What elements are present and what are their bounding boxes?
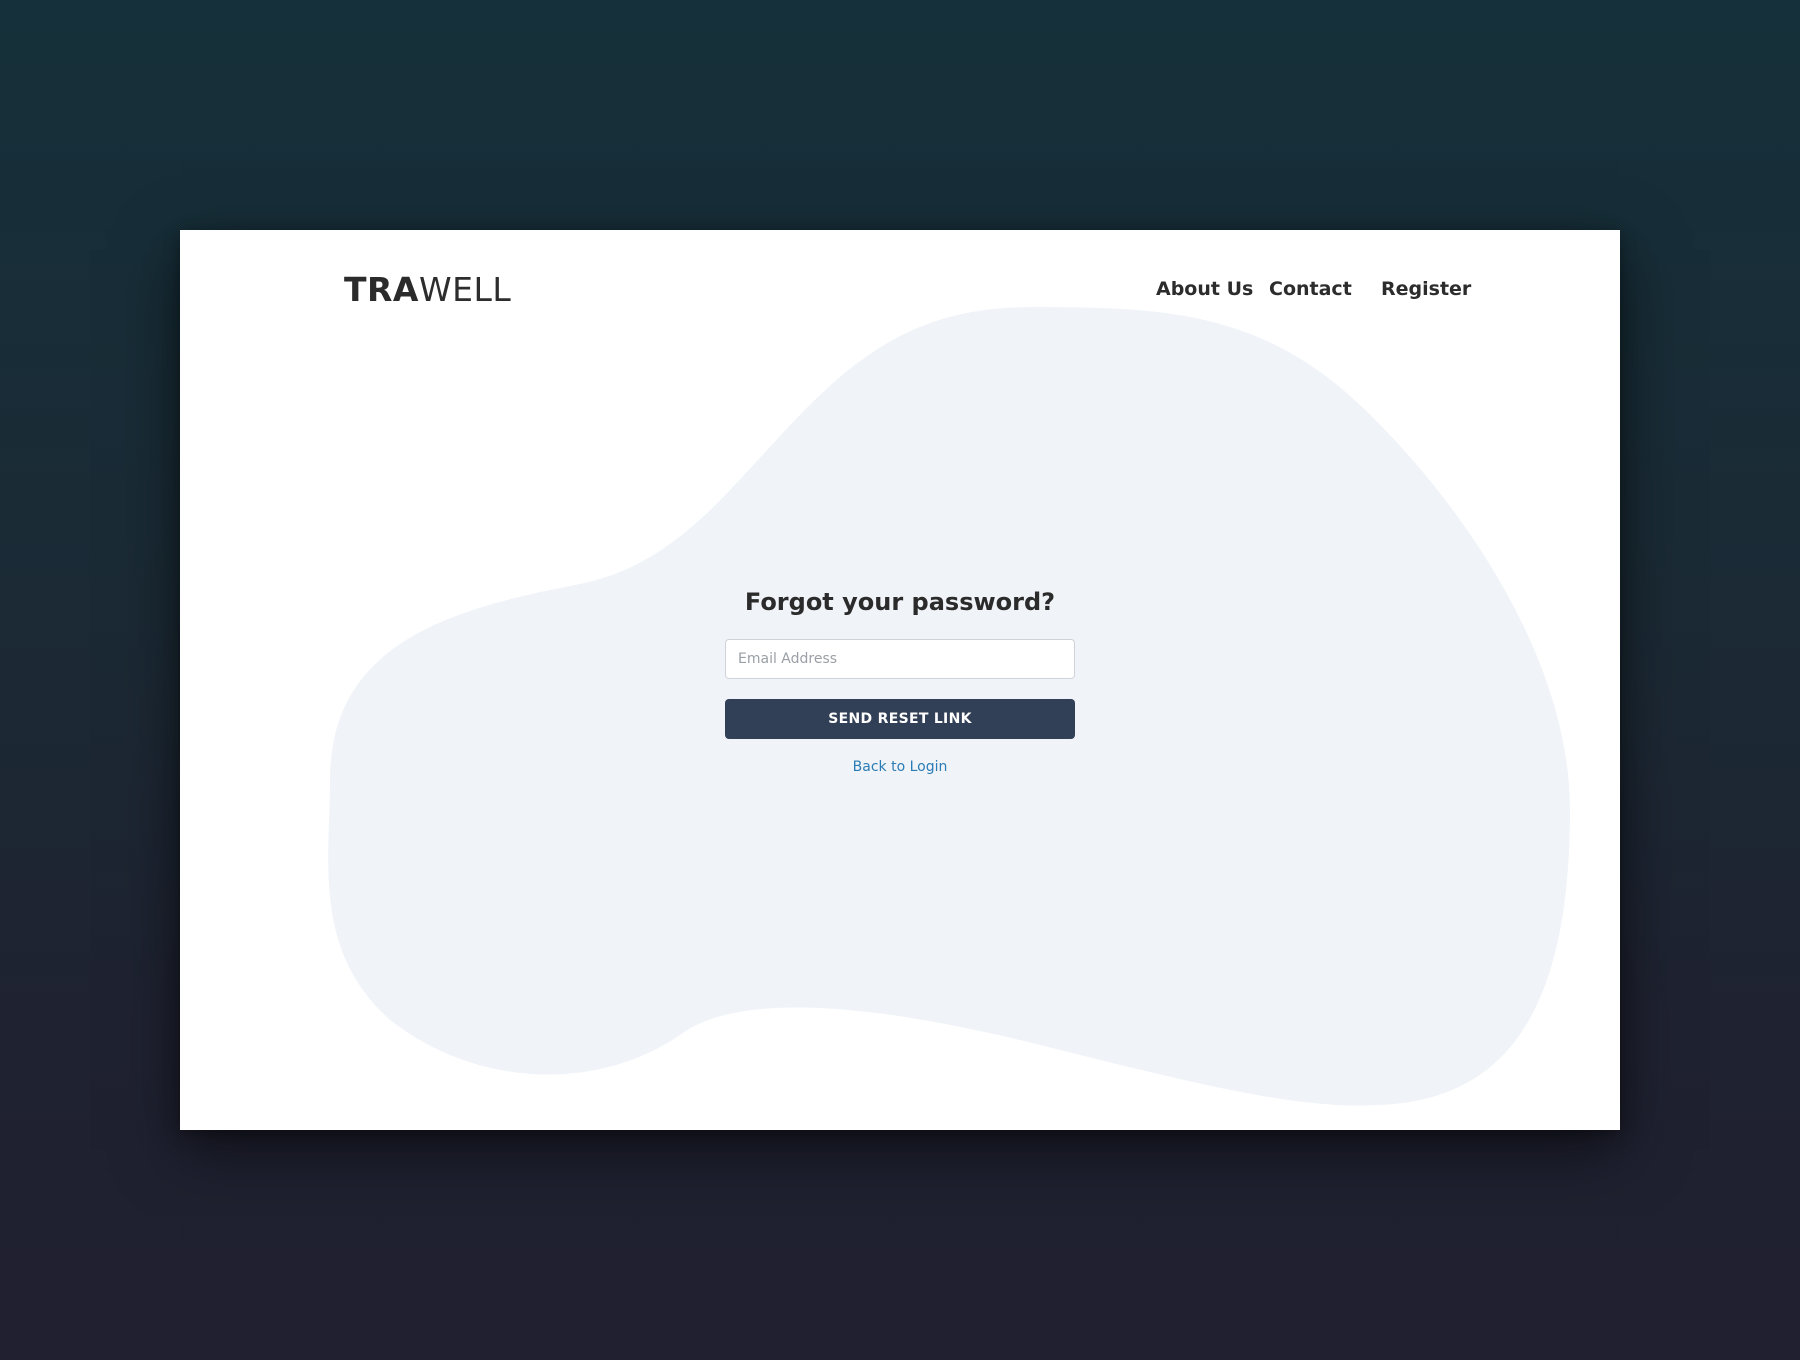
page-card: TRAWELL About Us Contact Register Forgot… xyxy=(180,230,1620,1130)
page-title: Forgot your password? xyxy=(744,588,1056,616)
logo-light-text: WELL xyxy=(418,270,512,309)
forgot-password-form: Forgot your password? SEND RESET LINK Ba… xyxy=(725,585,1075,775)
site-header: TRAWELL About Us Contact Register xyxy=(180,230,1620,350)
nav-contact[interactable]: Contact xyxy=(1269,276,1352,302)
trawell-logo[interactable]: TRAWELL xyxy=(344,270,511,310)
email-input[interactable] xyxy=(725,639,1075,679)
nav-register[interactable]: Register xyxy=(1381,276,1471,302)
send-reset-link-button[interactable]: SEND RESET LINK xyxy=(725,699,1075,739)
logo-bold-text: TRA xyxy=(344,270,419,309)
nav-about-us[interactable]: About Us xyxy=(1156,276,1253,302)
back-to-login-link[interactable]: Back to Login xyxy=(725,759,1075,775)
